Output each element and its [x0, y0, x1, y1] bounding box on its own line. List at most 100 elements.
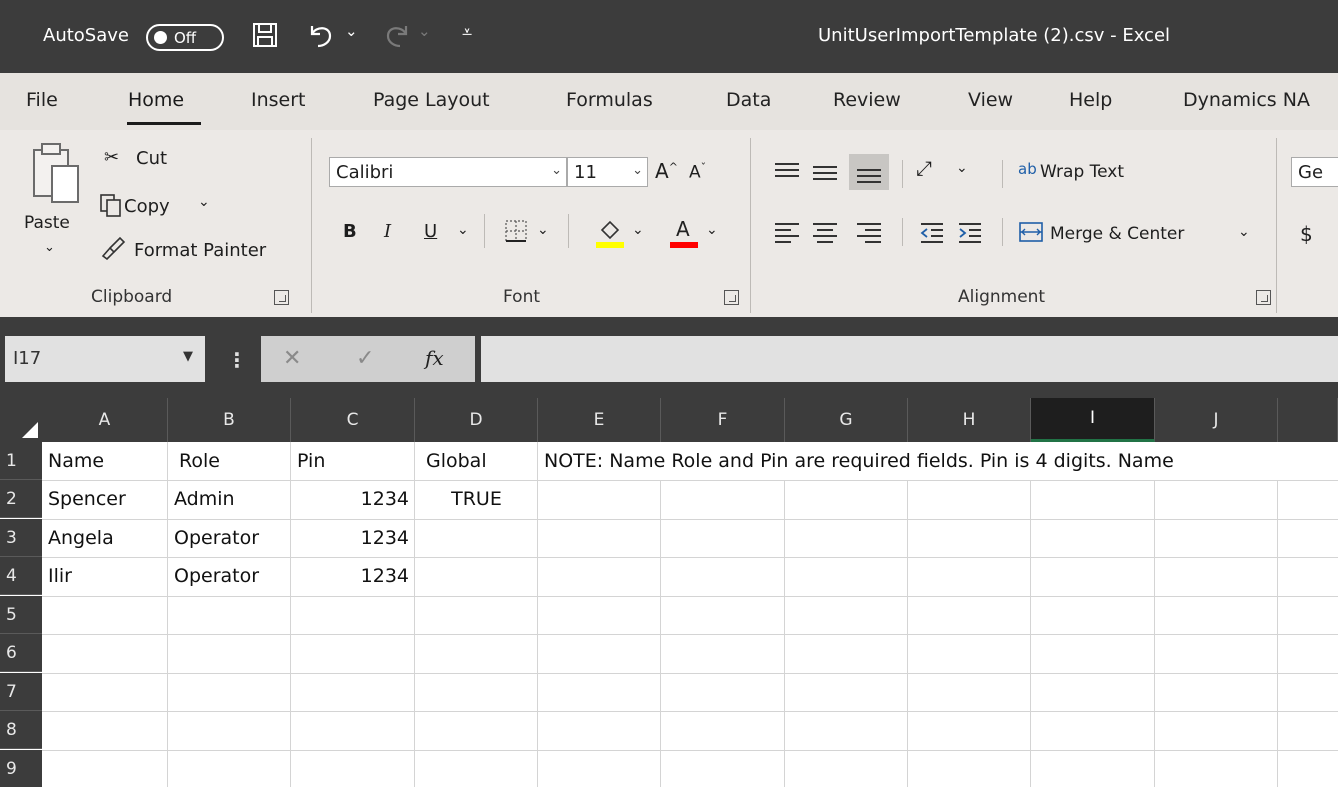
select-all-button[interactable] [0, 398, 42, 442]
undo-dropdown-icon[interactable]: ⌄ [345, 22, 358, 40]
cell-b4[interactable]: Operator [168, 557, 291, 595]
align-right-icon[interactable] [854, 220, 884, 244]
align-center-icon[interactable] [810, 220, 840, 244]
borders-icon[interactable] [503, 218, 529, 244]
column-header-a[interactable]: A [42, 398, 168, 442]
undo-icon[interactable] [304, 18, 338, 52]
font-name-select[interactable]: Calibri ⌄ [329, 157, 567, 187]
column-header-d[interactable]: D [415, 398, 538, 442]
format-painter-icon[interactable] [100, 234, 126, 260]
redo-dropdown-icon[interactable]: ⌄ [418, 22, 431, 40]
copy-dropdown-icon[interactable]: ⌄ [198, 194, 210, 210]
row-header-5[interactable]: 5 [0, 596, 42, 634]
increase-font-size-icon[interactable]: A^ [655, 159, 678, 183]
underline-button[interactable]: U [424, 221, 437, 242]
orientation-dropdown-icon[interactable]: ⌄ [956, 160, 968, 176]
align-left-icon[interactable] [772, 220, 802, 244]
tab-review[interactable]: Review [833, 89, 901, 111]
number-format-select[interactable]: Ge [1291, 157, 1338, 187]
redo-icon[interactable] [380, 18, 414, 52]
cell-b1[interactable]: Role [168, 442, 291, 480]
orientation-icon[interactable]: ⤢ [916, 156, 932, 180]
font-color-dropdown-icon[interactable]: ⌄ [706, 222, 718, 238]
cell-a1[interactable]: Name [42, 442, 168, 480]
cell-a3[interactable]: Angela [42, 519, 168, 557]
cell-b2[interactable]: Admin [168, 480, 291, 518]
wrap-text-icon[interactable]: ab [1018, 160, 1037, 178]
enter-icon[interactable]: ✓ [356, 346, 374, 371]
column-header-f[interactable]: F [661, 398, 785, 442]
tab-formulas[interactable]: Formulas [566, 89, 653, 111]
tab-home[interactable]: Home [128, 89, 184, 111]
column-header-h[interactable]: H [908, 398, 1031, 442]
cancel-icon[interactable]: ✕ [283, 346, 301, 371]
fill-color-dropdown-icon[interactable]: ⌄ [632, 222, 644, 238]
middle-align-icon[interactable] [810, 160, 840, 184]
row-header-9[interactable]: 9 [0, 750, 42, 787]
tab-view[interactable]: View [968, 89, 1013, 111]
column-header-c[interactable]: C [291, 398, 415, 442]
cell-a2[interactable]: Spencer [42, 480, 168, 518]
cut-button[interactable]: Cut [136, 148, 167, 169]
customize-toolbar-icon[interactable]: ⩡ [462, 22, 472, 43]
alignment-launcher-icon[interactable] [1256, 290, 1271, 305]
cell-c4[interactable]: 1234 [291, 557, 415, 595]
row-header-1[interactable]: 1 [0, 442, 42, 480]
format-painter-button[interactable]: Format Painter [134, 240, 266, 261]
clipboard-launcher-icon[interactable] [274, 290, 289, 305]
cell-d1[interactable]: Global [415, 442, 538, 480]
wrap-text-button[interactable]: Wrap Text [1040, 162, 1124, 182]
bottom-align-button[interactable] [849, 154, 889, 190]
copy-icon[interactable] [98, 192, 124, 218]
merge-center-icon[interactable] [1018, 220, 1044, 244]
tab-help[interactable]: Help [1069, 89, 1112, 111]
tab-dynamics-nav[interactable]: Dynamics NA [1183, 89, 1310, 111]
autosave-toggle[interactable]: Off [146, 24, 224, 51]
column-header-i[interactable]: I [1031, 398, 1155, 442]
italic-button[interactable]: I [384, 221, 391, 242]
bold-button[interactable]: B [343, 221, 357, 242]
fill-color-icon[interactable] [594, 216, 626, 250]
font-size-select[interactable]: 11 ⌄ [567, 157, 648, 187]
tab-data[interactable]: Data [726, 89, 771, 111]
column-header-k[interactable] [1278, 398, 1338, 442]
column-header-b[interactable]: B [168, 398, 291, 442]
tab-insert[interactable]: Insert [251, 89, 306, 111]
font-launcher-icon[interactable] [724, 290, 739, 305]
row-header-8[interactable]: 8 [0, 711, 42, 749]
cell-b3[interactable]: Operator [168, 519, 291, 557]
decrease-font-size-icon[interactable]: Aˇ [689, 161, 706, 183]
more-options-icon[interactable]: ⋮ [227, 348, 247, 372]
cut-icon[interactable]: ✂ [104, 147, 119, 168]
cell-a4[interactable]: Ilir [42, 557, 168, 595]
cell-e1[interactable]: NOTE: Name Role and Pin are required fie… [538, 442, 1338, 480]
decrease-indent-icon[interactable] [918, 220, 946, 244]
formula-input[interactable] [481, 336, 1338, 382]
save-icon[interactable] [248, 18, 282, 52]
copy-button[interactable]: Copy [124, 196, 170, 217]
insert-function-icon[interactable]: fx [425, 346, 444, 370]
paste-dropdown-icon[interactable]: ⌄ [44, 240, 55, 255]
worksheet-grid[interactable]: A B C D E F G H I J 1 2 3 4 5 6 7 8 9 Na… [0, 398, 1338, 787]
column-header-e[interactable]: E [538, 398, 661, 442]
borders-dropdown-icon[interactable]: ⌄ [537, 222, 549, 238]
cell-c3[interactable]: 1234 [291, 519, 415, 557]
column-header-g[interactable]: G [785, 398, 908, 442]
row-header-3[interactable]: 3 [0, 519, 42, 557]
tab-file[interactable]: File [26, 89, 58, 111]
paste-icon[interactable] [30, 140, 86, 206]
column-header-j[interactable]: J [1155, 398, 1278, 442]
tab-page-layout[interactable]: Page Layout [373, 89, 490, 111]
cell-d2[interactable]: TRUE [415, 480, 538, 518]
underline-dropdown-icon[interactable]: ⌄ [457, 222, 469, 238]
merge-center-dropdown-icon[interactable]: ⌄ [1238, 224, 1250, 240]
font-color-icon[interactable]: A [668, 216, 700, 250]
increase-indent-icon[interactable] [956, 220, 984, 244]
cell-c1[interactable]: Pin [291, 442, 415, 480]
cell-c2[interactable]: 1234 [291, 480, 415, 518]
top-align-icon[interactable] [772, 160, 802, 184]
name-box[interactable]: I17 ▼ [5, 336, 205, 382]
row-header-6[interactable]: 6 [0, 634, 42, 672]
row-header-7[interactable]: 7 [0, 673, 42, 711]
row-header-4[interactable]: 4 [0, 557, 42, 595]
